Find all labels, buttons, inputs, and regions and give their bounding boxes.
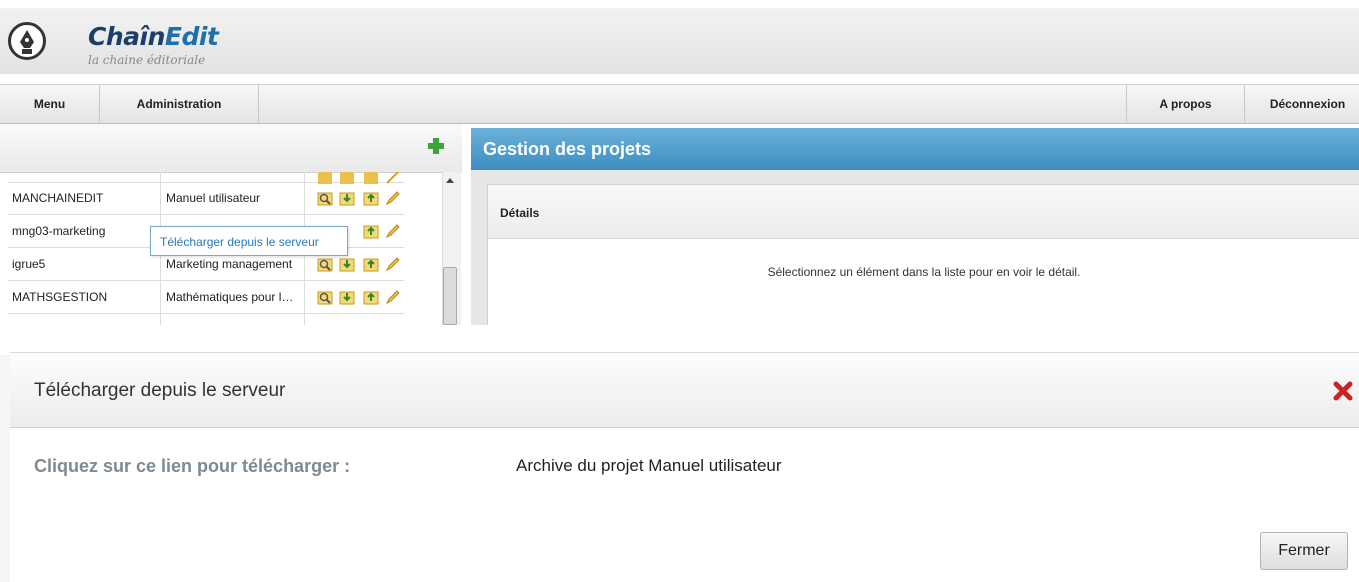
upload-icon[interactable] bbox=[362, 255, 380, 273]
edit-pencil-icon[interactable] bbox=[384, 189, 402, 207]
project-code: MANCHAINEDIT bbox=[12, 191, 104, 205]
project-list-toolbar bbox=[0, 124, 462, 173]
panel-body: Détails Sélectionnez un élément dans la … bbox=[471, 170, 1359, 325]
preview-icon[interactable] bbox=[316, 189, 334, 207]
project-code: MATHSGESTION bbox=[12, 290, 108, 304]
details-section: Détails Sélectionnez un élément dans la … bbox=[487, 184, 1359, 325]
table-row[interactable]: MANCHAINEDIT Manuel utilisateur bbox=[8, 182, 404, 215]
project-management-panel: Gestion des projets Détails Sélectionnez… bbox=[471, 124, 1359, 325]
app-logo-title: ChaînEdit bbox=[88, 22, 219, 51]
project-name: Mathématiques pour la gestion bbox=[166, 290, 300, 304]
edit-pencil-icon[interactable] bbox=[384, 288, 402, 306]
row-actions bbox=[308, 288, 404, 308]
app-logo-subtitle: la chaine éditoriale bbox=[88, 53, 206, 67]
project-archive-link[interactable]: Archive du projet Manuel utilisateur bbox=[516, 456, 782, 476]
preview-icon[interactable] bbox=[316, 288, 334, 306]
download-tooltip: Télécharger depuis le serveur bbox=[150, 226, 348, 256]
edit-pencil-icon[interactable] bbox=[384, 222, 402, 240]
scroll-up-arrow-icon[interactable] bbox=[446, 178, 454, 183]
project-code: igrue5 bbox=[12, 257, 46, 271]
menu-item-deconnexion[interactable]: Déconnexion bbox=[1244, 85, 1359, 123]
details-header: Détails bbox=[488, 185, 1359, 239]
upload-icon[interactable] bbox=[362, 222, 380, 240]
details-empty-message: Sélectionnez un élément dans la liste po… bbox=[767, 265, 1081, 279]
download-instruction-label: Cliquez sur ce lien pour télécharger : bbox=[34, 456, 351, 476]
download-icon[interactable] bbox=[338, 288, 356, 306]
menu-item-menu[interactable]: Menu bbox=[0, 85, 100, 123]
row-actions bbox=[308, 189, 404, 209]
project-code: mng03-marketing bbox=[12, 224, 106, 238]
panel-title: Gestion des projets bbox=[471, 128, 1359, 170]
menu-item-a-propos[interactable]: A propos bbox=[1126, 85, 1244, 123]
download-icon[interactable] bbox=[338, 255, 356, 273]
pen-nib-logo-icon bbox=[8, 22, 46, 60]
add-project-icon[interactable] bbox=[426, 136, 446, 156]
scrollbar-thumb[interactable] bbox=[443, 267, 457, 325]
preview-icon[interactable] bbox=[316, 255, 334, 273]
project-name: Manuel utilisateur bbox=[166, 191, 261, 205]
close-dialog-button[interactable]: Fermer bbox=[1260, 532, 1348, 570]
row-actions bbox=[308, 255, 404, 275]
download-icon[interactable] bbox=[338, 189, 356, 207]
menu-item-administration[interactable]: Administration bbox=[100, 85, 259, 123]
table-row[interactable]: MATHSGESTION Mathématiques pour la gesti… bbox=[8, 281, 404, 314]
project-list-panel: MANCHAINEDIT Manuel utilisateur mng03-ma… bbox=[0, 124, 462, 325]
close-icon[interactable] bbox=[1332, 380, 1354, 402]
upload-icon[interactable] bbox=[362, 189, 380, 207]
download-dialog: Télécharger depuis le serveur Cliquez su… bbox=[10, 352, 1359, 582]
upload-icon[interactable] bbox=[362, 288, 380, 306]
edit-pencil-icon[interactable] bbox=[384, 255, 402, 273]
app-window: ChaînEdit la chaine éditoriale Menu Admi… bbox=[0, 0, 1359, 325]
dialog-header: Télécharger depuis le serveur bbox=[10, 352, 1359, 428]
top-menubar: Menu Administration A propos Déconnexion bbox=[0, 84, 1359, 124]
dialog-title: Télécharger depuis le serveur bbox=[34, 380, 286, 401]
app-header: ChaînEdit la chaine éditoriale bbox=[0, 8, 1359, 74]
dialog-left-edge bbox=[0, 355, 10, 582]
